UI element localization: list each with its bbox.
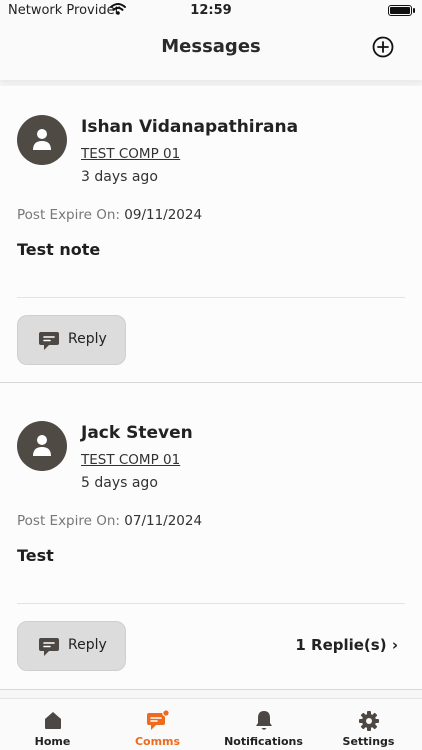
post-note: Test: [17, 546, 54, 565]
post-note: Test note: [17, 240, 101, 259]
avatar: [17, 115, 67, 165]
tab-bar: Home Comms Notifications Settings: [0, 698, 422, 750]
battery-icon: [388, 5, 412, 16]
tab-settings[interactable]: Settings: [316, 699, 421, 750]
expire-label: Post Expire On:: [17, 513, 120, 529]
tab-label: Notifications: [224, 735, 303, 748]
view-replies-link[interactable]: 1 Replie(s) ›: [295, 636, 398, 654]
reply-button[interactable]: Reply: [17, 621, 126, 671]
bell-icon: [254, 710, 274, 736]
battery-tip: [413, 8, 415, 13]
tab-comms[interactable]: Comms: [105, 699, 210, 750]
tab-notifications[interactable]: Notifications: [211, 699, 316, 750]
tab-label: Home: [34, 735, 71, 748]
author-name: Jack Steven: [81, 423, 193, 443]
plus-circle-icon[interactable]: [372, 36, 394, 58]
company-link[interactable]: TEST COMP 01: [81, 146, 180, 162]
message-card: Jack Steven TEST COMP 01 5 days ago Post…: [0, 383, 422, 690]
tab-label: Settings: [342, 735, 395, 748]
header: Messages: [0, 22, 422, 80]
divider: [17, 297, 405, 298]
message-list[interactable]: Ishan Vidanapathirana TEST COMP 01 3 day…: [0, 86, 422, 698]
reply-label: Reply: [68, 637, 107, 653]
expire-date: 07/11/2024: [124, 513, 203, 529]
reply-label: Reply: [68, 331, 107, 347]
chat-icon: [146, 709, 170, 736]
avatar: [17, 421, 67, 471]
expire-info: Post Expire On: 09/11/2024: [17, 207, 202, 223]
expire-date: 09/11/2024: [124, 207, 203, 223]
replies-count: 1 Replie(s): [295, 636, 387, 654]
reply-button[interactable]: Reply: [17, 315, 126, 365]
status-bar: Network Provider 12:59: [0, 0, 422, 22]
chevron-right-icon: ›: [391, 636, 398, 654]
divider: [17, 603, 405, 604]
post-time: 5 days ago: [81, 475, 158, 491]
expire-info: Post Expire On: 07/11/2024: [17, 513, 202, 529]
author-name: Ishan Vidanapathirana: [81, 117, 299, 137]
expire-label: Post Expire On:: [17, 207, 120, 223]
user-icon: [33, 435, 51, 456]
user-icon: [33, 129, 51, 150]
status-time: 12:59: [190, 3, 232, 18]
comment-icon: [39, 638, 59, 656]
page-title: Messages: [161, 36, 261, 57]
gear-icon: [358, 710, 380, 736]
home-icon: [43, 710, 63, 734]
message-card: Ishan Vidanapathirana TEST COMP 01 3 day…: [0, 86, 422, 383]
post-time: 3 days ago: [81, 169, 158, 185]
comment-icon: [39, 332, 59, 350]
company-link[interactable]: TEST COMP 01: [81, 452, 180, 468]
tab-label: Comms: [134, 735, 181, 748]
tab-home[interactable]: Home: [0, 699, 105, 750]
messages-screen: Network Provider 12:59 Messages Ishan Vi…: [0, 0, 422, 750]
